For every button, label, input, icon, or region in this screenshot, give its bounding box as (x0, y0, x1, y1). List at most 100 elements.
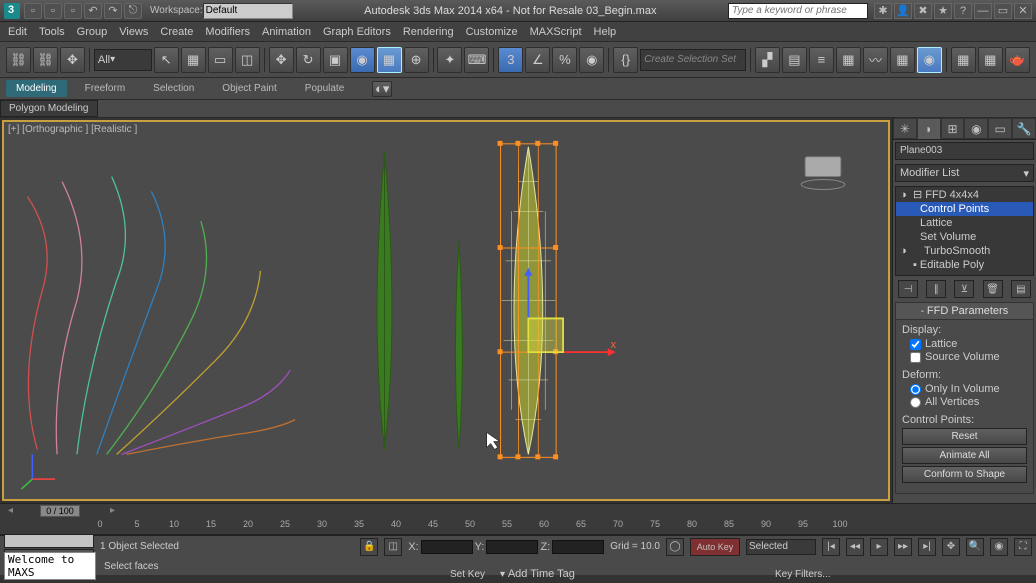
refcoord-icon[interactable]: ▦ (377, 47, 402, 73)
ribbon-pin-icon[interactable]: ◐▾ (372, 81, 392, 97)
setkey-button[interactable]: Set Key (450, 569, 485, 580)
configure-icon[interactable]: ▤ (1011, 280, 1031, 298)
rotate-icon[interactable]: ↻ (296, 47, 321, 73)
close-button[interactable]: ✕ (1014, 3, 1032, 19)
nav-orbit-icon[interactable]: ◉ (990, 538, 1008, 556)
time-slider[interactable]: ◂ 0 / 100 ▸ (0, 503, 1036, 517)
goto-end-icon[interactable]: ▸| (918, 538, 936, 556)
cp-utilities-icon[interactable]: 🔧 (1012, 118, 1036, 139)
goto-start-icon[interactable]: |◂ (822, 538, 840, 556)
timeline-prev-icon[interactable]: ◂ (8, 505, 13, 516)
timeline-next-icon[interactable]: ▸ (110, 505, 115, 516)
layer-explorer-icon[interactable]: ▦ (836, 47, 861, 73)
tab-objectpaint[interactable]: Object Paint (212, 80, 286, 97)
app-logo[interactable] (4, 3, 20, 19)
curve-editor-icon[interactable]: 〰 (863, 47, 888, 73)
keymode-icon[interactable]: ⌨ (464, 47, 489, 73)
viewport-label[interactable]: [+] [Orthographic ] [Realistic ] (8, 124, 137, 135)
qat-new-icon[interactable]: ▫ (24, 3, 42, 19)
bind-icon[interactable]: ✥ (60, 47, 85, 73)
menu-animation[interactable]: Animation (262, 26, 311, 38)
qat-undo-icon[interactable]: ↶ (84, 3, 102, 19)
nav-pan-icon[interactable]: ✥ (942, 538, 960, 556)
menu-tools[interactable]: Tools (39, 26, 65, 38)
align-icon[interactable]: ▤ (782, 47, 807, 73)
stack-set-volume[interactable]: Set Volume (896, 230, 1033, 244)
iso-icon[interactable]: ◫ (384, 538, 402, 556)
prev-frame-icon[interactable]: ◂◂ (846, 538, 864, 556)
render-frame-icon[interactable]: ▦ (978, 47, 1003, 73)
stack-lattice[interactable]: Lattice (896, 216, 1033, 230)
cp-motion-icon[interactable]: ◉ (964, 118, 988, 139)
animate-all-button[interactable]: Animate All (902, 447, 1027, 464)
only-in-volume-radio[interactable]: Only In Volume (902, 383, 1027, 395)
link-icon[interactable]: ⛓ (6, 47, 31, 73)
stack-turbosmooth[interactable]: ◑TurboSmooth (896, 244, 1033, 258)
editnamed-icon[interactable]: {} (613, 47, 638, 73)
layers-icon[interactable]: ≡ (809, 47, 834, 73)
lattice-checkbox[interactable]: Lattice (902, 338, 1027, 350)
workspace-select[interactable] (203, 3, 293, 19)
reset-button[interactable]: Reset (902, 428, 1027, 445)
viewport[interactable]: [+] [Orthographic ] [Realistic ] (2, 120, 890, 501)
keymode-dropdown[interactable]: Selected (746, 539, 816, 555)
all-vertices-radio[interactable]: All Vertices (902, 396, 1027, 408)
keyfilters-button[interactable]: Key Filters... (775, 569, 831, 580)
help-icon[interactable]: ? (954, 3, 972, 19)
nav-zoom-icon[interactable]: 🔍 (966, 538, 984, 556)
menu-views[interactable]: Views (119, 26, 148, 38)
pin-stack-icon[interactable]: ⊣ (898, 280, 918, 298)
render-icon[interactable]: 🫖 (1005, 47, 1030, 73)
select-icon[interactable]: ↖ (154, 47, 179, 73)
cp-create-icon[interactable]: ✳ (893, 118, 917, 139)
menu-edit[interactable]: Edit (8, 26, 27, 38)
nav-max-icon[interactable]: ⛶ (1014, 538, 1032, 556)
y-input[interactable] (486, 540, 538, 554)
lightbulb-icon[interactable]: ◑ (900, 189, 910, 201)
center-icon[interactable]: ⊕ (404, 47, 429, 73)
autokey-button[interactable]: Auto Key (690, 538, 740, 556)
qat-link-icon[interactable]: ⎋ (124, 3, 142, 19)
select-rect-icon[interactable]: ▭ (208, 47, 233, 73)
minimize-button[interactable]: — (974, 3, 992, 19)
move-icon[interactable]: ✥ (269, 47, 294, 73)
maxscript-listener[interactable]: Welcome to MAXS (4, 552, 96, 580)
render-setup-icon[interactable]: ▦ (951, 47, 976, 73)
unique-icon[interactable]: ⊻ (954, 280, 974, 298)
tab-freeform[interactable]: Freeform (75, 80, 136, 97)
favorite-icon[interactable]: ★ (934, 3, 952, 19)
signin-icon[interactable]: 👤 (894, 3, 912, 19)
stack-control-points[interactable]: Control Points (896, 202, 1033, 216)
menu-rendering[interactable]: Rendering (403, 26, 454, 38)
tab-populate[interactable]: Populate (295, 80, 354, 97)
select-name-icon[interactable]: ▦ (181, 47, 206, 73)
stack-editable-poly[interactable]: ▪Editable Poly (896, 258, 1033, 272)
menu-create[interactable]: Create (160, 26, 193, 38)
window-cross-icon[interactable]: ◫ (235, 47, 260, 73)
unlink-icon[interactable]: ⛓ (33, 47, 58, 73)
conform-button[interactable]: Conform to Shape (902, 466, 1027, 483)
help-search-input[interactable] (728, 3, 868, 19)
menu-customize[interactable]: Customize (466, 26, 518, 38)
schematic-icon[interactable]: ▦ (890, 47, 915, 73)
cp-modify-icon[interactable]: ◗ (917, 118, 941, 139)
x-input[interactable] (421, 540, 473, 554)
selection-set-input[interactable]: Create Selection Set (640, 49, 746, 71)
qat-redo-icon[interactable]: ↷ (104, 3, 122, 19)
spinner-snap-icon[interactable]: ◉ (579, 47, 604, 73)
modifier-list-dropdown[interactable]: Modifier List▾ (895, 164, 1034, 182)
scale-icon[interactable]: ▣ (323, 47, 348, 73)
play-icon[interactable]: ▸ (870, 538, 888, 556)
time-slider-thumb[interactable]: 0 / 100 (40, 505, 80, 517)
z-input[interactable] (552, 540, 604, 554)
placement-icon[interactable]: ◉ (350, 47, 375, 73)
menu-modifiers[interactable]: Modifiers (205, 26, 250, 38)
percent-snap-icon[interactable]: % (552, 47, 577, 73)
rollout-header[interactable]: - FFD Parameters (896, 303, 1033, 320)
tag-icon[interactable]: ▾ Add Time Tag (500, 568, 575, 580)
mirror-icon[interactable]: ▞ (755, 47, 780, 73)
snap-toggle-icon[interactable]: 3 (498, 47, 523, 73)
qat-save-icon[interactable]: ▫ (64, 3, 82, 19)
menu-group[interactable]: Group (77, 26, 108, 38)
menu-grapheditors[interactable]: Graph Editors (323, 26, 391, 38)
